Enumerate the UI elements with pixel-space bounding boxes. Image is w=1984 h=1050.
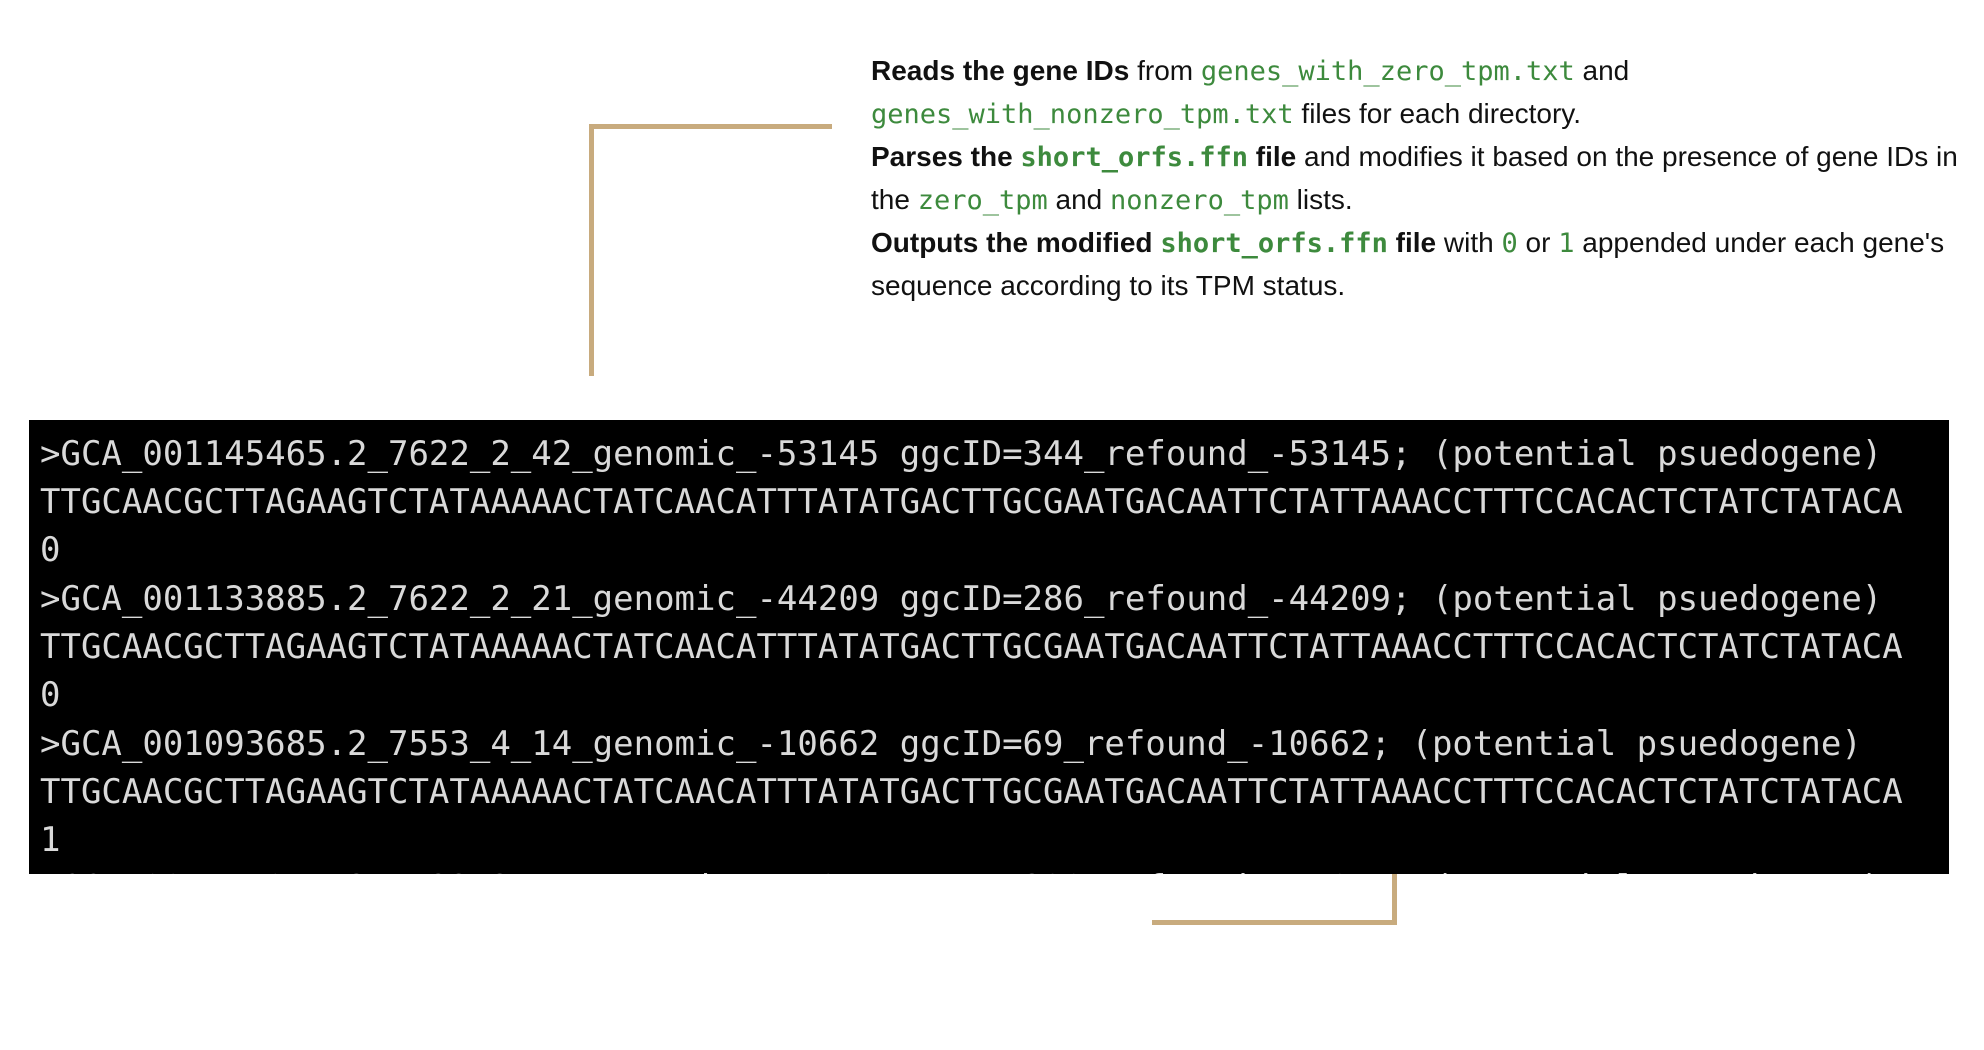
connector-bracket-top	[589, 124, 832, 376]
bold-text: Reads the gene IDs	[871, 55, 1130, 86]
description-item-parse: Parses the short_orfs.ffn file and modif…	[871, 141, 1958, 216]
connector-bracket-bottom	[1152, 872, 1397, 925]
filename-code: short_orfs.ffn	[1160, 228, 1388, 259]
fasta-header-line: >GCA_001145465.2_7622_2_42_genomic_-5314…	[40, 434, 1883, 474]
terminal-output: >GCA_001145465.2_7622_2_42_genomic_-5314…	[29, 420, 1949, 874]
tpm-flag-line: 0	[40, 530, 61, 570]
filename-code: short_orfs.ffn	[1020, 142, 1248, 173]
sequence-line: TTGCAACGCTTAGAAGTCTATAAAAACTATCAACATTTAT…	[40, 627, 1903, 667]
fasta-header-line-clipped: >GCA_001135065.2_7622_2_16_genomic_-1105…	[40, 864, 1882, 874]
fasta-header-line: >GCA_001133885.2_7622_2_21_genomic_-4420…	[40, 579, 1883, 619]
tpm-flag-line: 1	[40, 820, 61, 860]
filename-code: genes_with_nonzero_tpm.txt	[871, 99, 1294, 130]
value-code: 1	[1558, 228, 1575, 259]
sequence-line: TTGCAACGCTTAGAAGTCTATAAAAACTATCAACATTTAT…	[40, 482, 1903, 522]
value-code: 0	[1501, 228, 1518, 259]
description-block: Reads the gene IDs from genes_with_zero_…	[871, 50, 1981, 307]
filename-code: genes_with_zero_tpm.txt	[1200, 56, 1575, 87]
description-item-read-ids: Reads the gene IDs from genes_with_zero_…	[871, 55, 1630, 130]
description-item-output: Outputs the modified short_orfs.ffn file…	[871, 227, 1945, 301]
fasta-header-line: >GCA_001093685.2_7553_4_14_genomic_-1066…	[40, 724, 1862, 764]
sequence-line: TTGCAACGCTTAGAAGTCTATAAAAACTATCAACATTTAT…	[40, 772, 1903, 812]
list-name-code: zero_tpm	[917, 185, 1048, 216]
tpm-flag-line: 0	[40, 675, 61, 715]
list-name-code: nonzero_tpm	[1110, 185, 1289, 216]
